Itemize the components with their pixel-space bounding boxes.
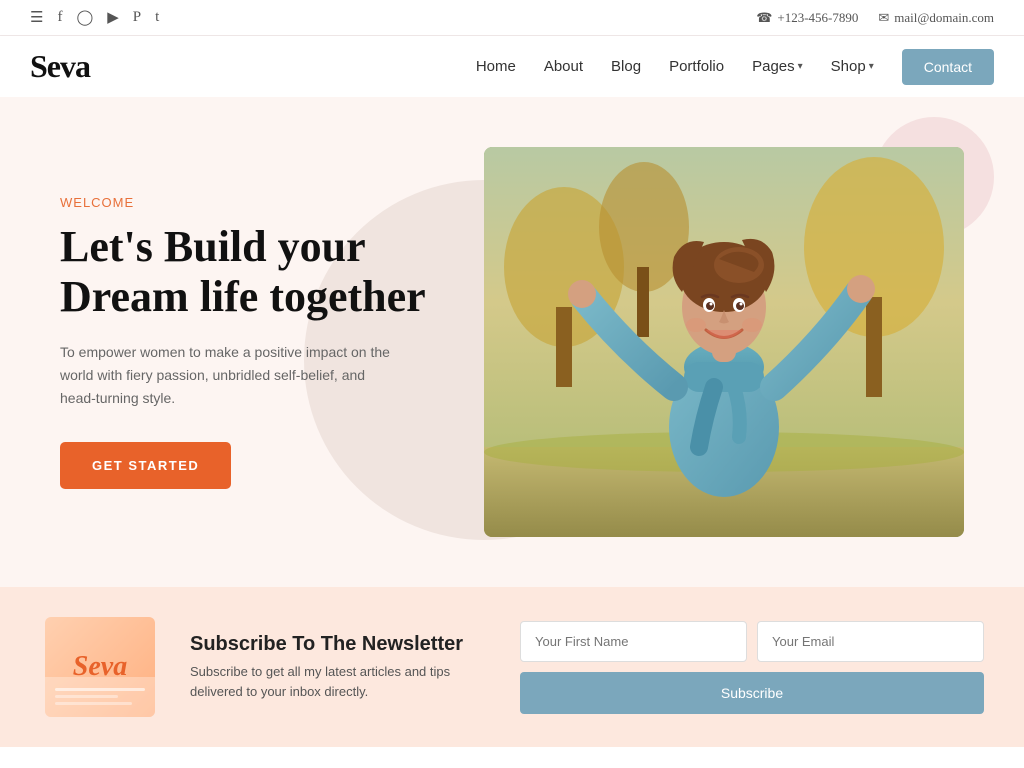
subscribe-button[interactable]: Subscribe xyxy=(520,672,984,714)
nav-shop-label: Shop xyxy=(831,58,866,75)
top-bar-social: ☰ f ◯ ▶ P t xyxy=(30,8,159,27)
contact-button[interactable]: Contact xyxy=(902,49,994,85)
hamburger-icon[interactable]: ☰ xyxy=(30,8,43,27)
newsletter-form: Subscribe xyxy=(520,621,984,714)
email-info: ✉ mail@domain.com xyxy=(878,10,994,26)
nav-pages-label: Pages xyxy=(752,58,795,75)
hero-section: Welcome Let's Build yourDream life toget… xyxy=(0,97,1024,587)
site-logo[interactable]: Seva xyxy=(30,48,90,85)
shop-dropdown-icon: ▾ xyxy=(869,61,874,72)
nav-shop[interactable]: Shop ▾ xyxy=(831,58,874,75)
facebook-icon[interactable]: f xyxy=(57,9,62,26)
nav-links: Home About Blog Portfolio Pages ▾ Shop ▾… xyxy=(476,49,994,85)
nav-home[interactable]: Home xyxy=(476,58,516,75)
newsletter-title: Subscribe To The Newsletter xyxy=(190,633,490,656)
hero-image xyxy=(484,147,964,537)
nav-about[interactable]: About xyxy=(544,58,583,75)
newsletter-thumbnail: Seva xyxy=(45,617,155,717)
phone-info: ☎ +123-456-7890 xyxy=(756,10,858,26)
email-input[interactable] xyxy=(757,621,984,662)
phone-icon: ☎ xyxy=(756,10,772,26)
hero-content: Welcome Let's Build yourDream life toget… xyxy=(60,195,444,489)
email-address: mail@domain.com xyxy=(894,10,994,26)
navbar: Seva Home About Blog Portfolio Pages ▾ S… xyxy=(0,36,1024,97)
hero-welcome: Welcome xyxy=(60,195,444,210)
top-bar-contact: ☎ +123-456-7890 ✉ mail@domain.com xyxy=(756,10,994,26)
pinterest-icon[interactable]: P xyxy=(133,9,141,26)
first-name-input[interactable] xyxy=(520,621,747,662)
youtube-icon[interactable]: ▶ xyxy=(107,8,119,27)
get-started-button[interactable]: GET STARTED xyxy=(60,442,231,489)
top-bar: ☰ f ◯ ▶ P t ☎ +123-456-7890 ✉ mail@domai… xyxy=(0,0,1024,36)
newsletter-section: Seva Subscribe To The Newsletter Subscri… xyxy=(0,587,1024,747)
hero-image-container xyxy=(484,147,964,537)
nav-portfolio[interactable]: Portfolio xyxy=(669,58,724,75)
email-icon: ✉ xyxy=(878,10,889,26)
newsletter-inputs xyxy=(520,621,984,662)
nav-pages[interactable]: Pages ▾ xyxy=(752,58,803,75)
phone-number: +123-456-7890 xyxy=(777,10,858,26)
pages-dropdown-icon: ▾ xyxy=(798,61,803,72)
nav-blog[interactable]: Blog xyxy=(611,58,641,75)
hero-title: Let's Build yourDream life together xyxy=(60,222,444,323)
hero-description: To empower women to make a positive impa… xyxy=(60,341,400,410)
newsletter-logo-area: Seva xyxy=(40,617,160,717)
newsletter-text: Subscribe To The Newsletter Subscribe to… xyxy=(190,633,490,701)
instagram-icon[interactable]: ◯ xyxy=(76,8,93,27)
newsletter-description: Subscribe to get all my latest articles … xyxy=(190,662,490,701)
newsletter-logo-text: Seva xyxy=(73,651,127,683)
hero-illustration xyxy=(484,147,964,537)
twitter-icon[interactable]: t xyxy=(155,9,159,26)
